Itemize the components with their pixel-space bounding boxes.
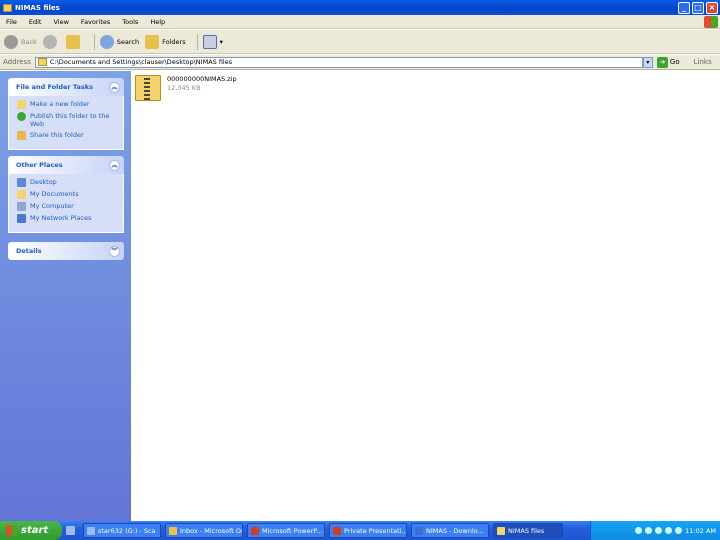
folder-icon bbox=[37, 58, 47, 66]
new-folder-icon bbox=[17, 100, 26, 109]
minimize-button[interactable]: _ bbox=[678, 1, 690, 14]
documents-folder-icon bbox=[17, 190, 26, 199]
tray-icon[interactable] bbox=[645, 527, 653, 534]
menu-edit[interactable]: Edit bbox=[23, 18, 48, 26]
quick-launch-icon[interactable] bbox=[66, 526, 75, 535]
system-tray: 11:02 AM bbox=[590, 521, 720, 540]
powerpoint-icon bbox=[333, 526, 341, 535]
maximize-button[interactable]: □ bbox=[692, 1, 704, 14]
folders-button[interactable]: Folders bbox=[145, 34, 186, 49]
computer-icon bbox=[17, 202, 26, 211]
views-icon bbox=[202, 34, 217, 49]
forward-arrow-icon bbox=[42, 34, 57, 49]
place-my-network-places[interactable]: My Network Places bbox=[17, 214, 117, 223]
powerpoint-icon bbox=[251, 526, 259, 535]
tray-icon[interactable] bbox=[635, 527, 643, 534]
collapse-icon[interactable]: ︽ bbox=[109, 81, 120, 93]
search-icon bbox=[99, 34, 114, 49]
standard-toolbar: Back Search Folders ▾ bbox=[0, 30, 720, 54]
toolbar-separator bbox=[93, 33, 95, 50]
window-title: NIMAS files bbox=[15, 3, 60, 12]
clock[interactable]: 11:02 AM bbox=[685, 527, 716, 535]
taskbar-button-outlook[interactable]: Inbox - Microsoft Outl... bbox=[165, 523, 243, 538]
file-item[interactable]: 000000000NIMAS.zip 12,345 KB bbox=[135, 75, 237, 101]
title-bar[interactable]: NIMAS files _ □ × bbox=[0, 0, 720, 15]
place-my-computer[interactable]: My Computer bbox=[17, 202, 117, 211]
task-share-folder[interactable]: Share this folder bbox=[17, 131, 117, 140]
place-desktop[interactable]: Desktop bbox=[17, 178, 117, 187]
menu-favorites[interactable]: Favorites bbox=[75, 18, 116, 26]
up-folder-button[interactable] bbox=[65, 34, 83, 49]
search-button[interactable]: Search bbox=[99, 34, 139, 49]
globe-icon bbox=[17, 112, 26, 121]
folder-icon bbox=[497, 526, 505, 535]
file-folder-tasks-panel: File and Folder Tasks ︽ Make a new folde… bbox=[8, 78, 124, 150]
chevron-down-icon: ▾ bbox=[219, 37, 223, 46]
collapse-icon[interactable]: ︽ bbox=[109, 159, 120, 171]
windows-logo-icon bbox=[704, 16, 718, 28]
taskbar-button-nimas-download[interactable]: NIMAS - Downlo... bbox=[411, 523, 489, 538]
task-pane: File and Folder Tasks ︽ Make a new folde… bbox=[0, 71, 131, 521]
folders-icon bbox=[145, 34, 160, 49]
file-name: 000000000NIMAS.zip bbox=[167, 75, 237, 83]
back-arrow-icon bbox=[4, 34, 18, 49]
other-places-header[interactable]: Other Places ︽ bbox=[8, 156, 124, 174]
menu-bar: File Edit View Favorites Tools Help bbox=[0, 15, 720, 29]
other-places-panel: Other Places ︽ Desktop My Documents My C… bbox=[8, 156, 124, 233]
up-folder-icon bbox=[65, 34, 80, 49]
tray-icon[interactable] bbox=[665, 527, 673, 534]
taskbar-button-presentation[interactable]: Private Presentati... bbox=[329, 523, 407, 538]
drive-icon bbox=[87, 526, 95, 535]
address-input[interactable]: C:\Documents and Settings\clauser\Deskto… bbox=[34, 56, 643, 68]
menu-help[interactable]: Help bbox=[144, 18, 171, 26]
menu-view[interactable]: View bbox=[47, 18, 74, 26]
outlook-icon bbox=[169, 526, 177, 535]
taskbar-button-nimas-files[interactable]: NIMAS files bbox=[493, 523, 563, 538]
close-button[interactable]: × bbox=[706, 1, 718, 14]
tray-icon[interactable] bbox=[655, 527, 663, 534]
network-icon bbox=[17, 214, 26, 223]
taskbar-button-star632[interactable]: star632 (G:) - Sca bbox=[83, 523, 161, 538]
quick-launch bbox=[66, 526, 77, 535]
tray-icon[interactable] bbox=[675, 527, 683, 534]
details-panel: Details ︾ bbox=[8, 242, 124, 260]
details-header[interactable]: Details ︾ bbox=[8, 242, 124, 260]
toolbar-separator bbox=[196, 33, 198, 50]
forward-button[interactable] bbox=[42, 34, 60, 49]
share-folder-icon bbox=[17, 131, 26, 140]
views-button[interactable]: ▾ bbox=[202, 34, 223, 49]
desktop-icon bbox=[17, 178, 26, 187]
task-publish-to-web[interactable]: Publish this folder to the Web bbox=[17, 112, 117, 128]
expand-icon[interactable]: ︾ bbox=[109, 245, 120, 257]
folder-icon bbox=[3, 3, 12, 12]
go-button[interactable]: ➔ Go bbox=[656, 56, 680, 68]
taskbar-button-powerpoint[interactable]: Microsoft PowerP... bbox=[247, 523, 325, 538]
task-make-new-folder[interactable]: Make a new folder bbox=[17, 100, 117, 109]
back-button[interactable]: Back bbox=[4, 34, 37, 49]
windows-logo-icon bbox=[6, 525, 17, 536]
file-folder-tasks-header[interactable]: File and Folder Tasks ︽ bbox=[8, 78, 124, 96]
menu-file[interactable]: File bbox=[0, 18, 23, 26]
start-button[interactable]: start bbox=[0, 521, 62, 540]
place-my-documents[interactable]: My Documents bbox=[17, 190, 117, 199]
taskbar: start star632 (G:) - Sca Inbox - Microso… bbox=[0, 521, 720, 540]
address-bar: Address C:\Documents and Settings\clause… bbox=[0, 55, 720, 70]
address-dropdown-button[interactable]: ▾ bbox=[642, 56, 653, 68]
menu-tools[interactable]: Tools bbox=[116, 18, 144, 26]
zip-folder-icon bbox=[135, 75, 161, 101]
file-size: 12,345 KB bbox=[167, 84, 201, 92]
address-label: Address bbox=[3, 58, 31, 66]
file-list-view: 000000000NIMAS.zip 12,345 KB bbox=[131, 71, 720, 521]
browser-icon bbox=[415, 526, 423, 535]
links-button[interactable]: Links bbox=[694, 58, 712, 66]
go-arrow-icon: ➔ bbox=[656, 56, 668, 68]
